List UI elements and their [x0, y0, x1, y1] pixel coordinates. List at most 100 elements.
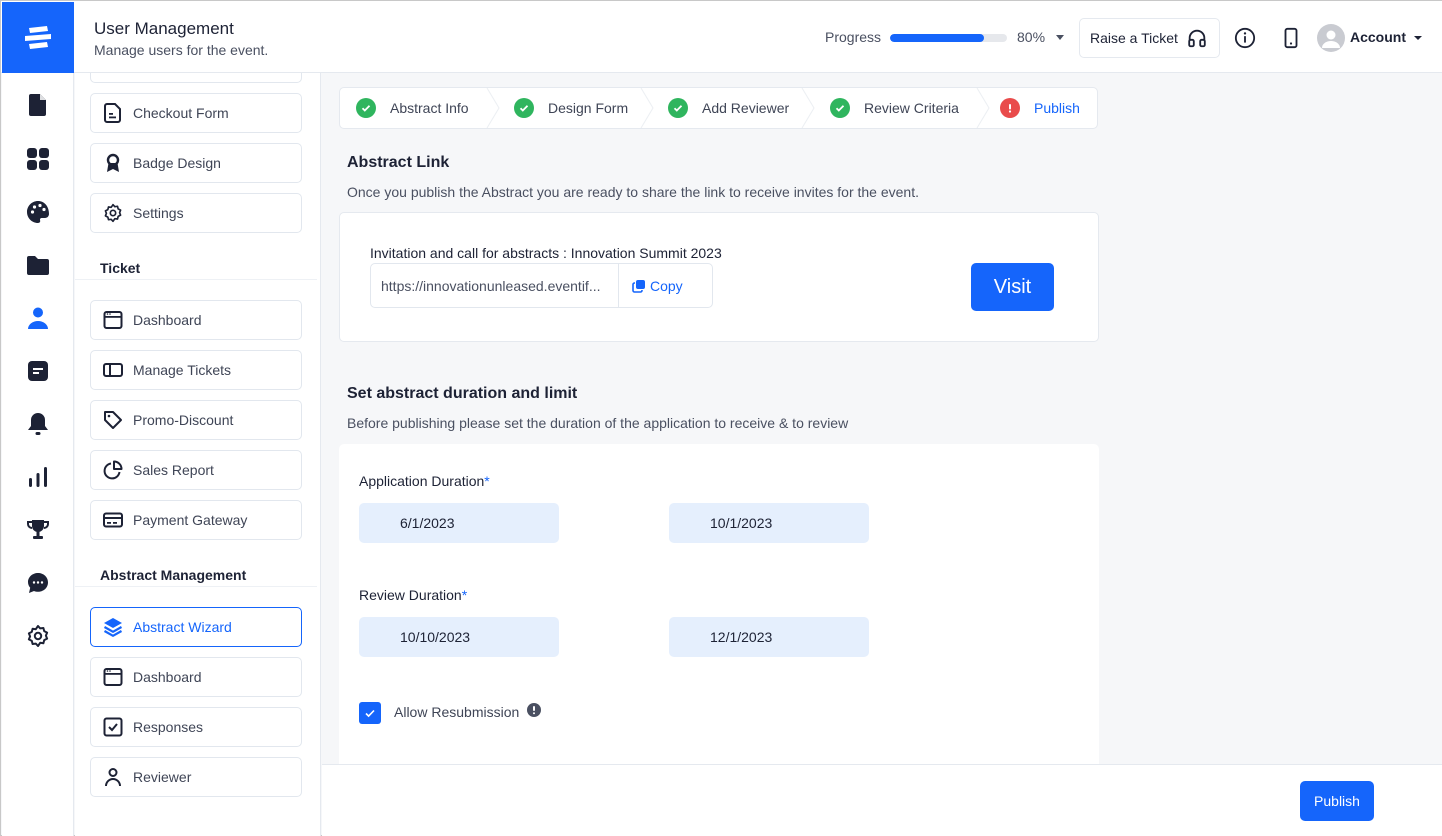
allow-resubmission-checkbox[interactable] [359, 702, 381, 724]
rail-folder-icon[interactable] [26, 253, 50, 277]
info-icon[interactable] [1234, 27, 1256, 49]
sidebar-item-settings[interactable]: Settings [90, 193, 302, 233]
progress-dropdown-caret-icon[interactable] [1056, 35, 1064, 40]
document-icon [29, 94, 46, 116]
step-separator-icon [976, 88, 990, 128]
avatar-person-icon [1322, 30, 1340, 48]
checkbox-icon [103, 717, 123, 737]
account-caret-icon[interactable] [1414, 36, 1422, 40]
sidebar-item-abstract-wizard[interactable]: Abstract Wizard [90, 607, 302, 647]
check-circle-icon [830, 98, 850, 118]
application-start-date-input[interactable]: 6/1/2023 [359, 503, 559, 543]
sidebar-item-label: Dashboard [133, 312, 202, 328]
review-start-date-input[interactable]: 10/10/2023 [359, 617, 559, 657]
check-circle-icon [514, 98, 534, 118]
step-add-reviewer[interactable]: Add Reviewer [668, 88, 789, 128]
sidebar-item-ticket-dashboard[interactable]: Dashboard [90, 300, 302, 340]
section-divider [75, 279, 317, 280]
message-square-icon [28, 361, 48, 381]
rail-chart-icon[interactable] [26, 465, 50, 489]
sidebar-item-sales-report[interactable]: Sales Report [90, 450, 302, 490]
application-end-date-input[interactable]: 10/1/2023 [669, 503, 869, 543]
sidebar-item-badge-design[interactable]: Badge Design [90, 143, 302, 183]
sidebar-item-payment-gateway[interactable]: Payment Gateway [90, 500, 302, 540]
section-divider [75, 586, 317, 587]
settings-icon [104, 203, 122, 223]
mobile-phone-icon[interactable] [1282, 27, 1300, 49]
rail-message-icon[interactable] [26, 359, 50, 383]
account-avatar[interactable] [1317, 24, 1345, 52]
sidebar-item-manage-tickets[interactable]: Manage Tickets [90, 350, 302, 390]
visit-button[interactable]: Visit [971, 263, 1054, 311]
check-circle-icon [356, 98, 376, 118]
app-logo[interactable] [2, 2, 74, 73]
sidebar-item-promo-discount[interactable]: Promo-Discount [90, 400, 302, 440]
ticket-section-title: Ticket [100, 260, 141, 276]
publish-button[interactable]: Publish [1300, 781, 1374, 821]
checkmark-icon [365, 709, 375, 718]
check-circle-icon [668, 98, 688, 118]
abstract-section-title: Abstract Management [100, 567, 247, 583]
sidebar-item-label: Abstract Wizard [133, 619, 232, 635]
copy-link-button[interactable]: Copy [619, 264, 712, 307]
sidebar-item-responses[interactable]: Responses [90, 707, 302, 747]
raise-ticket-label: Raise a Ticket [1090, 30, 1178, 46]
rail-document-icon[interactable] [26, 93, 50, 117]
sidebar-item-label: Responses [133, 719, 204, 735]
rail-trophy-icon[interactable] [26, 518, 50, 542]
progress-label: Progress [825, 29, 882, 45]
abstract-url-input[interactable]: https://innovationunleased.eventif... [371, 264, 619, 307]
duration-description: Before publishing please set the duratio… [347, 415, 849, 431]
step-separator-icon [801, 88, 815, 128]
trophy-icon [27, 520, 49, 539]
field-label-text: Review Duration [359, 587, 462, 603]
pie-chart-icon [103, 460, 123, 480]
rail-chat-icon[interactable] [26, 571, 50, 595]
headphones-icon [1188, 29, 1206, 48]
sidebar-item-reviewer[interactable]: Reviewer [90, 757, 302, 797]
application-duration-label: Application Duration* [359, 473, 490, 489]
bell-icon [28, 413, 48, 435]
abstract-link-description: Once you publish the Abstract you are re… [347, 184, 919, 200]
abstract-link-card: Invitation and call for abstracts : Inno… [339, 212, 1099, 342]
person-icon [105, 768, 121, 787]
progress-value: 80% [1017, 29, 1046, 45]
step-separator-icon [486, 88, 500, 128]
sidebar-item-label: Payment Gateway [133, 512, 248, 528]
rail-settings-icon[interactable] [26, 624, 50, 648]
raise-ticket-button[interactable]: Raise a Ticket [1079, 18, 1220, 58]
rail-grid-icon[interactable] [26, 147, 50, 171]
rail-palette-icon[interactable] [26, 200, 50, 224]
sidebar-item-abstract-dashboard[interactable]: Dashboard [90, 657, 302, 697]
step-abstract-info[interactable]: Abstract Info [356, 88, 469, 128]
chat-bubble-icon [28, 573, 48, 593]
account-menu-label[interactable]: Account [1350, 29, 1406, 45]
footer-bar: Publish [322, 764, 1442, 836]
progress-bar-fill [890, 34, 984, 42]
logo-icon [25, 25, 51, 49]
page-title: User Management [94, 19, 234, 38]
step-label: Add Reviewer [702, 100, 790, 116]
step-publish[interactable]: Publish [1000, 88, 1080, 128]
step-label: Review Criteria [864, 100, 959, 116]
sidebar-item-label: Badge Design [133, 155, 221, 171]
review-duration-label: Review Duration* [359, 587, 467, 603]
duration-title: Set abstract duration and limit [347, 385, 578, 402]
sidebar-item-label: Promo-Discount [133, 412, 234, 428]
step-label: Design Form [548, 100, 629, 116]
sidebar-item-label: Settings [133, 205, 184, 221]
sidebar-item-label: Sales Report [133, 462, 214, 478]
badge-icon [106, 153, 120, 172]
step-review-criteria[interactable]: Review Criteria [830, 88, 959, 128]
review-end-date-input[interactable]: 12/1/2023 [669, 617, 869, 657]
alert-info-icon[interactable] [527, 703, 541, 717]
rail-user-icon[interactable] [26, 306, 50, 330]
sidebar-item-partial[interactable] [90, 73, 302, 83]
app-frame: User Management Manage users for the eve… [0, 0, 1442, 836]
main-content: Abstract Info Design Form Add Reviewer R… [322, 73, 1442, 774]
sidebar-item-checkout-form[interactable]: Checkout Form [90, 93, 302, 133]
rail-bell-icon[interactable] [26, 412, 50, 436]
browser-window-icon [103, 668, 123, 686]
step-design-form[interactable]: Design Form [514, 88, 628, 128]
bar-chart-icon [29, 467, 47, 487]
